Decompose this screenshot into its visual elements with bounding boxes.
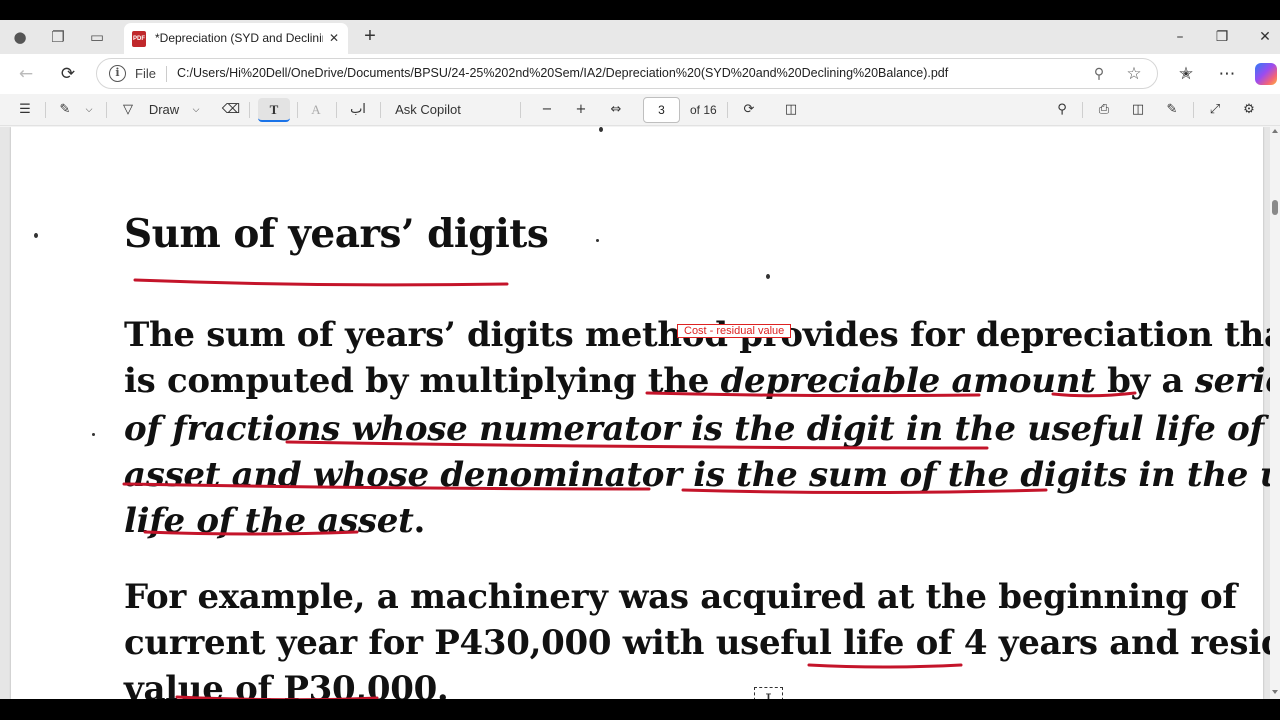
add-text-icon[interactable]: T: [258, 98, 290, 122]
new-tab-button[interactable]: +: [358, 25, 382, 49]
text-cursor-icon: I: [754, 687, 783, 699]
toolbar-divider: [249, 102, 250, 118]
draw-icon[interactable]: ▽: [118, 98, 138, 122]
settings-icon[interactable]: ⚙: [1238, 98, 1260, 122]
zoom-in-icon[interactable]: +: [571, 98, 591, 122]
ink-underline: [143, 530, 359, 536]
save-icon[interactable]: ◫: [1127, 98, 1149, 122]
text-format-icon[interactable]: A: [305, 98, 327, 122]
highlight-icon[interactable]: ✎: [55, 98, 75, 122]
address-bar-row: ← ⟳ i File C:/Users/Hi%20Dell/OneDrive/D…: [0, 54, 1280, 94]
pdf-viewport[interactable]: Sum of years’ digits The sum of years’ d…: [0, 127, 1270, 699]
tab-actions-icon[interactable]: ▭: [86, 27, 108, 47]
toolbar-divider: [380, 102, 381, 118]
highlight-dropdown-icon[interactable]: ⌵: [82, 98, 96, 122]
browser-window: ● ❐ ▭ PDF *Depreciation (SYD and Declini…: [0, 20, 1280, 699]
print-icon[interactable]: ⎙: [1093, 98, 1115, 122]
toolbar-divider: [1193, 102, 1194, 118]
address-bar[interactable]: i File C:/Users/Hi%20Dell/OneDrive/Docum…: [96, 58, 1158, 89]
restore-button[interactable]: ❐: [1208, 26, 1236, 48]
scroll-thumb[interactable]: [1272, 200, 1278, 215]
window-close-button[interactable]: ✕: [1251, 26, 1279, 48]
scroll-up-icon[interactable]: [1272, 129, 1278, 133]
pdf-page[interactable]: Sum of years’ digits The sum of years’ d…: [11, 127, 1270, 699]
site-info-icon[interactable]: i: [109, 65, 126, 82]
ink-underline: [645, 391, 981, 398]
copilot-icon[interactable]: [1255, 63, 1277, 85]
draw-dropdown-icon[interactable]: ⌵: [189, 98, 203, 122]
back-button[interactable]: ←: [14, 63, 38, 85]
contents-icon[interactable]: ☰: [14, 98, 36, 122]
favorites-icon[interactable]: ✭: [1174, 63, 1198, 85]
save-as-icon[interactable]: ✎: [1161, 98, 1183, 122]
tab-active[interactable]: PDF *Depreciation (SYD and Declining Bal…: [124, 23, 348, 54]
workspaces-icon[interactable]: ❐: [47, 27, 69, 47]
ink-underline: [1051, 391, 1137, 398]
toolbar-divider: [45, 102, 46, 118]
tab-title: *Depreciation (SYD and Declining Balance…: [155, 31, 323, 45]
toolbar-divider: [106, 102, 107, 118]
fit-to-page-icon[interactable]: ⇔: [605, 98, 627, 122]
toolbar-divider: [727, 102, 728, 118]
read-aloud-icon[interactable]: اب: [346, 98, 370, 122]
refresh-button[interactable]: ⟳: [56, 63, 80, 85]
ask-copilot-button[interactable]: Ask Copilot: [390, 98, 466, 122]
find-icon[interactable]: ⚲: [1051, 98, 1073, 122]
ink-underline: [285, 440, 989, 450]
ink-annotations: [122, 278, 1137, 699]
add-favorite-icon[interactable]: ☆: [1123, 63, 1145, 85]
rotate-icon[interactable]: ⟳: [738, 98, 760, 122]
draw-button[interactable]: Draw: [146, 98, 182, 122]
address-prefix: File: [135, 66, 156, 81]
vertical-scrollbar[interactable]: [1270, 127, 1280, 699]
page-view-icon[interactable]: ◫: [780, 98, 802, 122]
address-url[interactable]: C:/Users/Hi%20Dell/OneDrive/Documents/BP…: [177, 66, 948, 80]
full-screen-icon[interactable]: ⤢: [1204, 98, 1226, 122]
profile-icon[interactable]: ●: [9, 27, 31, 47]
zoom-icon[interactable]: ⚲: [1089, 64, 1109, 84]
ink-underline: [133, 278, 509, 287]
toolbar-divider: [1082, 102, 1083, 118]
minimize-button[interactable]: –: [1166, 26, 1194, 48]
page-count: of 16: [690, 103, 717, 117]
pdf-toolbar: ☰ ✎ ⌵ ▽ Draw ⌵ ⌫ T A اب Ask Copilot − + …: [0, 94, 1280, 126]
eraser-icon[interactable]: ⌫: [220, 98, 242, 122]
ink-underline: [681, 488, 1048, 494]
tab-strip: ● ❐ ▭ PDF *Depreciation (SYD and Declini…: [0, 20, 1280, 54]
toolbar-divider: [520, 102, 521, 118]
address-separator: [166, 66, 167, 82]
pdf-file-icon: PDF: [132, 31, 146, 47]
scroll-down-icon[interactable]: [1272, 690, 1278, 694]
toolbar-divider: [297, 102, 298, 118]
more-options-icon[interactable]: ⋯: [1215, 63, 1239, 85]
toolbar-divider: [336, 102, 337, 118]
page-number-input[interactable]: 3: [643, 97, 680, 123]
ink-underline: [175, 695, 379, 699]
zoom-out-icon[interactable]: −: [537, 98, 557, 122]
ink-underline: [122, 482, 651, 491]
ink-underline: [807, 663, 963, 669]
tab-close-icon[interactable]: ✕: [326, 30, 342, 46]
